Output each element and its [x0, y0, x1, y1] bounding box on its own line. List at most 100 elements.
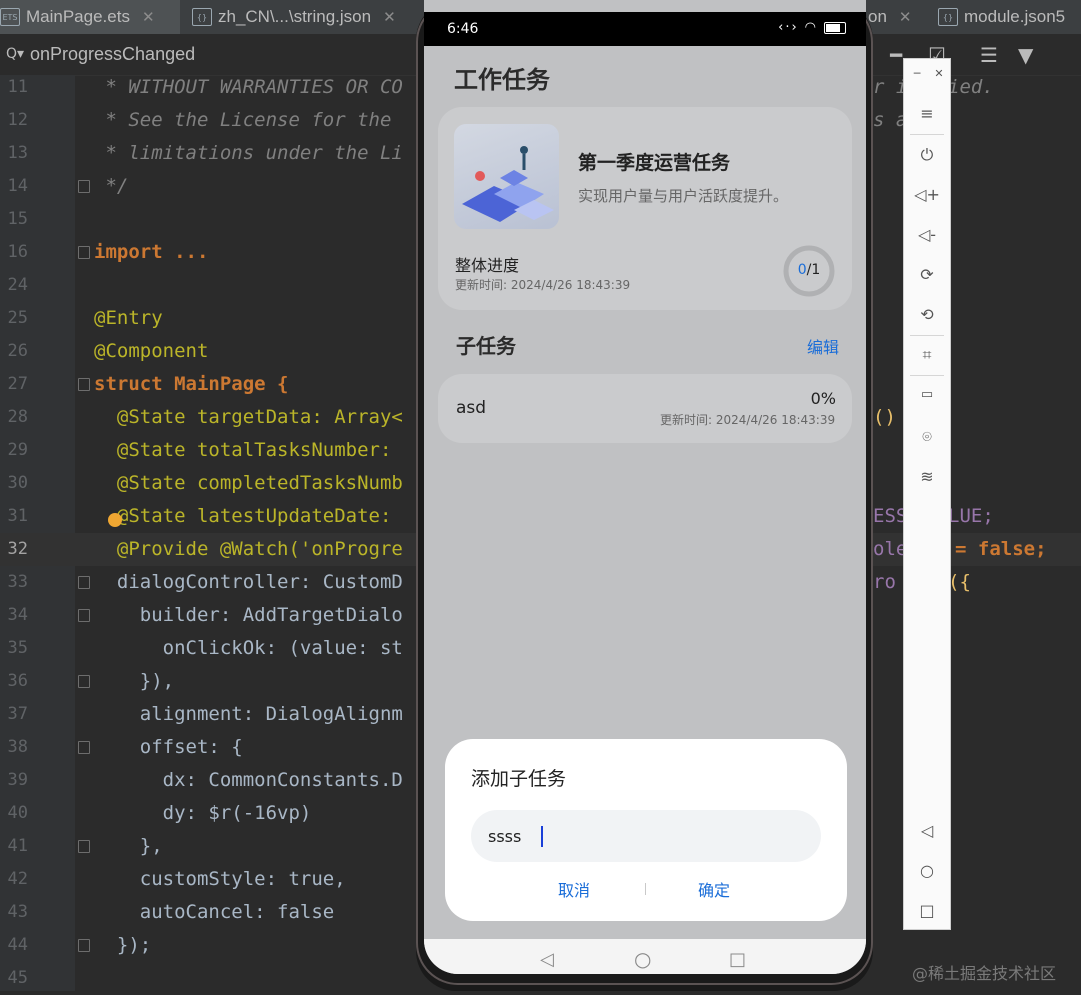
tab-label: zh_CN\...\string.json [218, 7, 372, 26]
cancel-button[interactable]: 取消 [558, 877, 590, 901]
filter-icon[interactable]: ▼ [1018, 43, 1033, 67]
fold-icon[interactable] [78, 576, 90, 589]
code-text: dialogController: CustomD [94, 571, 403, 593]
link-icon: ‹·› [778, 20, 799, 35]
line-number: 38 [7, 737, 28, 757]
rotate-right-icon[interactable]: ⟳ [904, 265, 950, 284]
code-fragment: = false; [955, 538, 1047, 560]
close-icon[interactable]: ✕ [916, 67, 962, 80]
code-text: @Entry [94, 307, 163, 329]
status-time: 6:46 [447, 21, 479, 37]
menu-icon[interactable]: ≡ [904, 104, 950, 123]
search-icon[interactable]: Q▾ [6, 46, 24, 62]
line-number: 25 [7, 308, 28, 328]
battery-setting-icon[interactable]: ▭ [904, 387, 950, 402]
power-icon[interactable]: ⏻ [904, 145, 950, 165]
home-icon[interactable]: ○ [634, 947, 651, 971]
line-number: 12 [7, 110, 28, 130]
line-number: 45 [7, 968, 28, 988]
tab-string-json[interactable]: {} zh_CN\...\string.json ✕ [192, 0, 396, 34]
code-text: @State completedTasksNumb [94, 472, 403, 494]
fold-icon[interactable] [78, 609, 90, 622]
wifi-setting-icon[interactable]: ≋ [904, 467, 950, 486]
line-number: 11 [7, 77, 28, 97]
fold-icon[interactable] [78, 675, 90, 688]
volume-up-icon[interactable]: ◁+ [904, 185, 950, 204]
line-number: 24 [7, 275, 28, 295]
confirm-button[interactable]: 确定 [698, 877, 730, 901]
tab-module-json5[interactable]: {} module.json5 [938, 0, 1065, 34]
code-text: autoCancel: false [94, 901, 335, 923]
json-file-icon: {} [938, 8, 958, 26]
code-text: builder: AddTargetDialo [94, 604, 403, 626]
edit-button[interactable]: 编辑 [807, 334, 839, 358]
fold-icon[interactable] [78, 939, 90, 952]
back-icon[interactable]: ◁ [540, 949, 554, 970]
home-icon[interactable]: ○ [904, 861, 950, 880]
status-icons: ‹·› ◠ [778, 20, 846, 35]
fold-icon[interactable] [78, 741, 90, 754]
code-text: onClickOk: (value: st [94, 637, 403, 659]
code-text: @Component [94, 340, 209, 362]
minus-icon[interactable]: ━ [890, 43, 902, 67]
line-number: 27 [7, 374, 28, 394]
dialog-title: 添加子任务 [471, 768, 567, 790]
code-text: import ... [94, 241, 209, 263]
line-number: 41 [7, 836, 28, 856]
crop-icon[interactable]: ⌗ [904, 345, 950, 365]
structure-icon[interactable]: ☰ [980, 43, 998, 67]
progress-ring-text: 0/1 [782, 262, 836, 278]
code-fragment: LUE; [948, 505, 994, 527]
close-icon[interactable]: ✕ [142, 8, 155, 26]
code-text: * WITHOUT WARRANTIES OR CO [94, 76, 403, 98]
code-text: @State targetData: Array< [94, 406, 403, 428]
code-text: dy: $r(-16vp) [94, 802, 312, 824]
code-text: offset: { [94, 736, 243, 758]
close-icon[interactable]: ✕ [383, 8, 396, 26]
watermark: @稀土掘金技术社区 [912, 964, 1057, 983]
code-text: struct MainPage { [94, 373, 289, 395]
back-icon[interactable]: ◁ [904, 821, 950, 840]
breadcrumb-label[interactable]: onProgressChanged [30, 44, 195, 65]
code-fragment: ro [873, 571, 896, 593]
subtask-update-time: 更新时间: 2024/4/26 18:43:39 [660, 413, 836, 427]
code-fragment: () [873, 406, 896, 428]
subtask-item[interactable] [438, 374, 852, 443]
recents-icon[interactable]: □ [904, 901, 950, 920]
line-number: 35 [7, 638, 28, 658]
fold-icon[interactable] [78, 246, 90, 259]
text-caret [541, 826, 543, 847]
code-text: @State latestUpdateDate: [94, 505, 403, 527]
tab-mainpage[interactable]: ETS MainPage.ets ✕ [0, 0, 180, 34]
fold-icon[interactable] [78, 840, 90, 853]
rotate-left-icon[interactable]: ⟲ [904, 305, 950, 324]
volume-down-icon[interactable]: ◁- [904, 225, 950, 244]
subtask-name-input[interactable] [471, 810, 821, 862]
tab-hidden-json[interactable]: on ✕ [868, 0, 912, 34]
total-count: /1 [806, 262, 821, 278]
update-time: 更新时间: 2024/4/26 18:43:39 [455, 278, 631, 292]
line-number: 43 [7, 902, 28, 922]
code-text: }); [94, 934, 152, 956]
fold-icon[interactable] [78, 180, 90, 193]
code-text: * limitations under the Li [94, 142, 403, 164]
location-icon[interactable]: ⌾ [904, 427, 950, 447]
line-number: 37 [7, 704, 28, 724]
status-bar: 6:46 ‹·› ◠ [424, 12, 866, 46]
line-number: 36 [7, 671, 28, 691]
fold-icon[interactable] [78, 378, 90, 391]
tab-label: module.json5 [964, 7, 1066, 26]
line-number: 39 [7, 770, 28, 790]
subtask-name: asd [456, 398, 487, 418]
line-number: 42 [7, 869, 28, 889]
close-icon[interactable]: ✕ [899, 8, 912, 26]
page-title: 工作任务 [454, 66, 550, 94]
recents-icon[interactable]: □ [729, 949, 746, 970]
line-number: 30 [7, 473, 28, 493]
line-number: 33 [7, 572, 28, 592]
line-number: 15 [7, 209, 28, 229]
divider [910, 134, 944, 135]
lightbulb-icon[interactable] [108, 513, 122, 527]
line-number: 14 [7, 176, 28, 196]
subtask-percent: 0% [810, 389, 836, 408]
